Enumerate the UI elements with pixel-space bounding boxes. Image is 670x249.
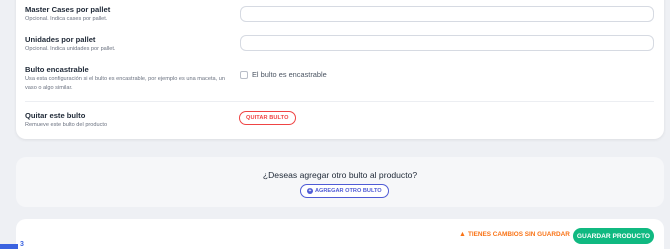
remove-package-button[interactable]: QUITAR BULTO (239, 111, 296, 125)
save-product-button[interactable]: GUARDAR PRODUCTO (573, 228, 654, 244)
master-cases-title: Master Cases por pallet (25, 5, 111, 14)
units-row: Unidades por pallet Opcional. Indica uni… (25, 35, 116, 54)
stackable-checkbox-row[interactable]: El bulto es encastrable (240, 70, 327, 79)
stackable-row: Bulto encastrable Usa esta configuración… (25, 65, 235, 93)
step-number: 3 (20, 241, 24, 248)
stackable-title: Bulto encastrable (25, 65, 89, 74)
add-package-card: ¿Deseas agregar otro bulto al producto? … (16, 157, 664, 207)
units-description: Opcional. Indica unidades por pallet. (25, 46, 116, 52)
unsaved-changes-label: TIENES CAMBIOS SIN GUARDAR (467, 231, 570, 238)
remove-description: Remueve este bulto del producto (25, 122, 108, 128)
master-cases-description: Opcional. Indica cases por pallet. (25, 16, 108, 22)
stackable-checkbox[interactable] (240, 70, 248, 79)
add-package-question: ¿Deseas agregar otro bulto al producto? (262, 170, 418, 180)
units-input[interactable] (240, 35, 654, 51)
units-title: Unidades por pallet (25, 35, 96, 44)
remove-row: Quitar este bulto Remueve este bulto del… (25, 111, 107, 130)
progress-indicator (0, 244, 18, 249)
divider (25, 101, 654, 102)
warning-icon: ▲ (459, 231, 466, 238)
stackable-description: Usa esta configuración si el bulto es en… (25, 76, 225, 91)
master-cases-row: Master Cases por pallet Opcional. Indica… (25, 5, 110, 24)
remove-title: Quitar este bulto (25, 111, 86, 120)
add-package-button[interactable]: + AGREGAR OTRO BULTO (300, 184, 389, 198)
add-package-label: AGREGAR OTRO BULTO (315, 188, 382, 194)
master-cases-input[interactable] (240, 6, 654, 22)
plus-circle-icon: + (307, 188, 313, 194)
unsaved-changes-notice: ▲ TIENES CAMBIOS SIN GUARDAR (459, 231, 570, 238)
stackable-checkbox-label[interactable]: El bulto es encastrable (252, 70, 327, 79)
